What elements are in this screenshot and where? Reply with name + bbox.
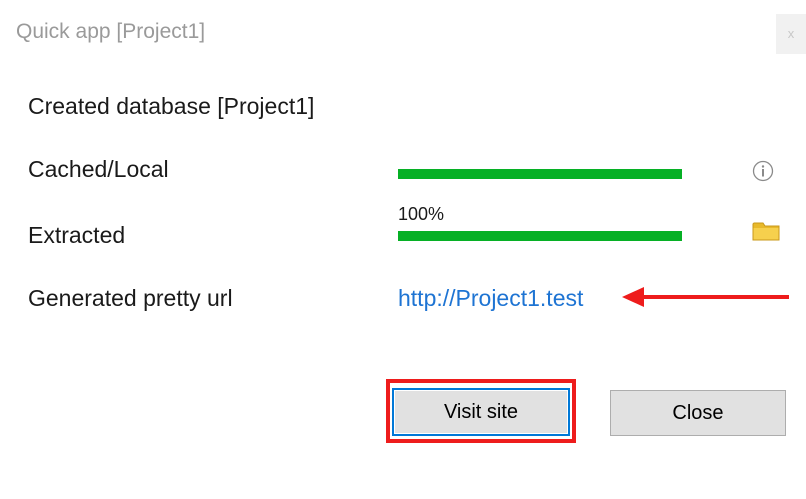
info-icon[interactable] xyxy=(752,160,774,182)
window-close-button[interactable]: x xyxy=(776,14,806,54)
extracted-progress-fill xyxy=(398,231,682,241)
cached-local-label: Cached/Local xyxy=(28,156,169,182)
created-database-label: Created database [Project1] xyxy=(28,93,315,119)
extracted-progress-text: 100% xyxy=(398,204,445,224)
window-title: Quick app [Project1] xyxy=(16,20,206,43)
visit-site-button[interactable]: Visit site xyxy=(392,388,570,436)
title-bar: Quick app [Project1] x xyxy=(0,0,806,64)
extracted-label: Extracted xyxy=(28,222,126,248)
cached-progress-bar xyxy=(398,169,682,179)
close-button[interactable]: Close xyxy=(610,390,786,436)
quick-app-dialog: Quick app [Project1] x Created database … xyxy=(0,0,806,499)
pretty-url-link[interactable]: http://Project1.test xyxy=(398,285,583,312)
annotation-arrow xyxy=(622,287,789,307)
extracted-progress-bar xyxy=(398,231,682,241)
folder-icon[interactable] xyxy=(752,220,780,242)
cached-progress-fill xyxy=(398,169,682,179)
pretty-url-label: Generated pretty url xyxy=(28,285,233,311)
